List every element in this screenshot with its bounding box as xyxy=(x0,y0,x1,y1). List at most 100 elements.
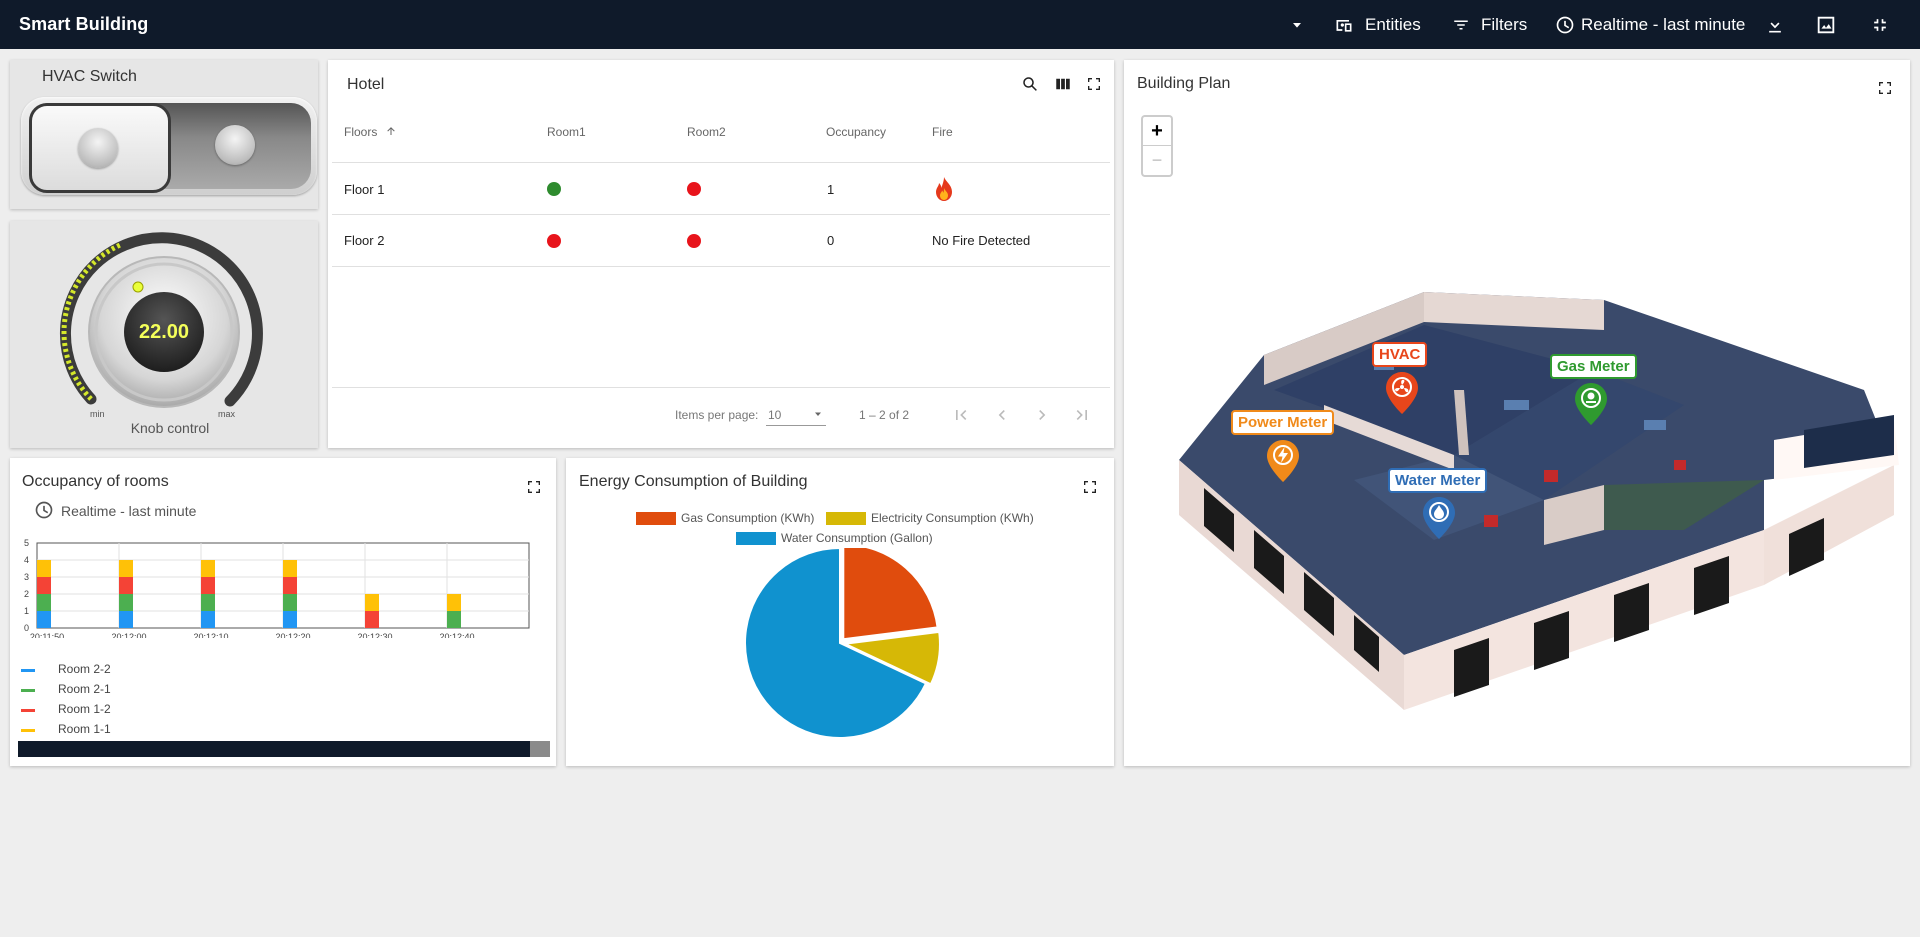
bar-segment[interactable] xyxy=(119,560,133,577)
legend-label[interactable]: Room 2-1 xyxy=(58,682,111,696)
bar-segment[interactable] xyxy=(201,611,215,628)
bar-segment[interactable] xyxy=(283,594,297,611)
last-page-button[interactable] xyxy=(1071,404,1093,426)
bar-segment[interactable] xyxy=(201,577,215,594)
bar-segment[interactable] xyxy=(447,594,461,611)
row-divider xyxy=(332,214,1110,215)
chart-scrollbar[interactable] xyxy=(18,741,538,757)
energy-pie-chart xyxy=(744,548,941,739)
knob-label: Knob control xyxy=(130,420,210,436)
legend-swatch xyxy=(21,709,35,712)
page-size-select[interactable]: 10 xyxy=(766,402,826,426)
last-page-icon xyxy=(1076,410,1087,420)
entities-button[interactable]: Entities xyxy=(1333,0,1421,49)
export-button[interactable] xyxy=(1765,0,1785,49)
paginator-divider xyxy=(332,387,1110,388)
bar-segment[interactable] xyxy=(283,560,297,577)
energy-title: Energy Consumption of Building xyxy=(579,473,808,490)
bar-segment[interactable] xyxy=(365,594,379,611)
gas-meter-marker-label: Gas Meter xyxy=(1550,354,1637,379)
gas-meter-marker[interactable] xyxy=(1574,382,1608,426)
bar-segment[interactable] xyxy=(37,560,51,577)
y-tick-label: 5 xyxy=(24,538,29,548)
switch-track-dot xyxy=(215,125,255,165)
clock-icon xyxy=(1556,16,1574,33)
legend-label[interactable]: Water Consumption (Gallon) xyxy=(781,531,933,545)
x-tick-label: 20:12:00 xyxy=(111,632,146,638)
bar-segment[interactable] xyxy=(37,611,51,628)
hvac-marker[interactable] xyxy=(1385,371,1419,415)
occupancy-fullscreen-button[interactable] xyxy=(523,476,545,498)
power-meter-marker[interactable] xyxy=(1266,439,1300,483)
column-header-fire[interactable]: Fire xyxy=(932,125,953,139)
occupancy-cell: 0 xyxy=(827,233,835,248)
table-columns-button[interactable] xyxy=(1052,73,1074,95)
building-plan-card: Building Plan + − HVAC Gas Meter Power M… xyxy=(1124,60,1910,766)
column-header-room1[interactable]: Room1 xyxy=(547,125,586,139)
legend-label[interactable]: Electricity Consumption (KWh) xyxy=(871,511,1034,525)
chevron-right-icon xyxy=(1039,410,1046,420)
legend-swatch xyxy=(826,512,866,525)
columns-icon xyxy=(1056,78,1070,90)
water-meter-marker[interactable] xyxy=(1422,496,1456,540)
app-title: Smart Building xyxy=(19,14,149,34)
search-icon xyxy=(1023,77,1037,91)
column-header-floors[interactable]: Floors xyxy=(344,125,397,139)
filters-button[interactable]: Filters xyxy=(1451,0,1527,49)
room2-status-dot xyxy=(687,234,701,248)
pie-slice[interactable] xyxy=(842,548,939,641)
knob-control-card: 22.00 min max Knob control xyxy=(10,221,318,448)
knob-min-label: min xyxy=(90,409,105,419)
legend-label[interactable]: Room 1-2 xyxy=(58,702,111,716)
switch-knob[interactable] xyxy=(29,103,171,193)
fullscreen-icon xyxy=(1084,481,1096,493)
bar-segment[interactable] xyxy=(447,611,461,628)
chart-scrollbar-handle[interactable] xyxy=(530,741,550,757)
knob-max-label: max xyxy=(218,409,236,419)
y-tick-label: 0 xyxy=(24,623,29,633)
exit-fullscreen-button[interactable] xyxy=(1870,0,1890,49)
filters-label: Filters xyxy=(1481,14,1528,34)
water-meter-marker-label: Water Meter xyxy=(1388,468,1488,493)
occupancy-chart-card: Occupancy of rooms Realtime - last minut… xyxy=(10,458,556,766)
bar-segment[interactable] xyxy=(37,594,51,611)
bar-segment[interactable] xyxy=(119,594,133,611)
legend-swatch xyxy=(736,532,776,545)
table-fullscreen-button[interactable] xyxy=(1083,73,1105,95)
knob-value: 22.00 xyxy=(138,321,190,343)
bar-segment[interactable] xyxy=(201,594,215,611)
legend-label[interactable]: Gas Consumption (KWh) xyxy=(681,511,814,525)
sort-ascending-icon xyxy=(386,127,395,135)
bar-segment[interactable] xyxy=(119,577,133,594)
table-search-button[interactable] xyxy=(1019,73,1041,95)
hvac-switch-title: HVAC Switch xyxy=(42,68,137,85)
column-header-occupancy[interactable]: Occupancy xyxy=(826,125,886,139)
y-tick-label: 4 xyxy=(24,555,29,565)
legend-label[interactable]: Room 1-1 xyxy=(58,722,111,736)
bar-segment[interactable] xyxy=(37,577,51,594)
timewindow-label: Realtime - last minute xyxy=(1581,14,1746,34)
energy-fullscreen-button[interactable] xyxy=(1079,476,1101,498)
hotel-table-card: Hotel Floors Room1 Room2 Occupancy Fire … xyxy=(328,60,1114,448)
fullscreen-icon xyxy=(1088,78,1100,90)
bar-segment[interactable] xyxy=(119,611,133,628)
floor-cell: Floor 1 xyxy=(344,182,385,197)
bar-segment[interactable] xyxy=(365,611,379,628)
column-header-room2[interactable]: Room2 xyxy=(687,125,726,139)
row-divider xyxy=(332,266,1110,267)
first-page-button[interactable] xyxy=(950,404,972,426)
bar-segment[interactable] xyxy=(283,611,297,628)
y-tick-label: 2 xyxy=(24,589,29,599)
next-page-button[interactable] xyxy=(1031,404,1053,426)
occupancy-timewindow-label[interactable]: Realtime - last minute xyxy=(61,503,196,519)
timewindow-button[interactable]: Realtime - last minute xyxy=(1555,0,1745,49)
previous-page-button[interactable] xyxy=(991,404,1013,426)
hvac-switch[interactable] xyxy=(21,97,317,195)
filter-icon xyxy=(1454,20,1468,29)
bar-segment[interactable] xyxy=(201,560,215,577)
legend-label[interactable]: Room 2-2 xyxy=(58,662,111,676)
legend-swatch xyxy=(21,669,35,672)
dashboard-states-dropdown[interactable] xyxy=(1289,0,1305,49)
bar-segment[interactable] xyxy=(283,577,297,594)
export-image-button[interactable] xyxy=(1815,0,1837,49)
